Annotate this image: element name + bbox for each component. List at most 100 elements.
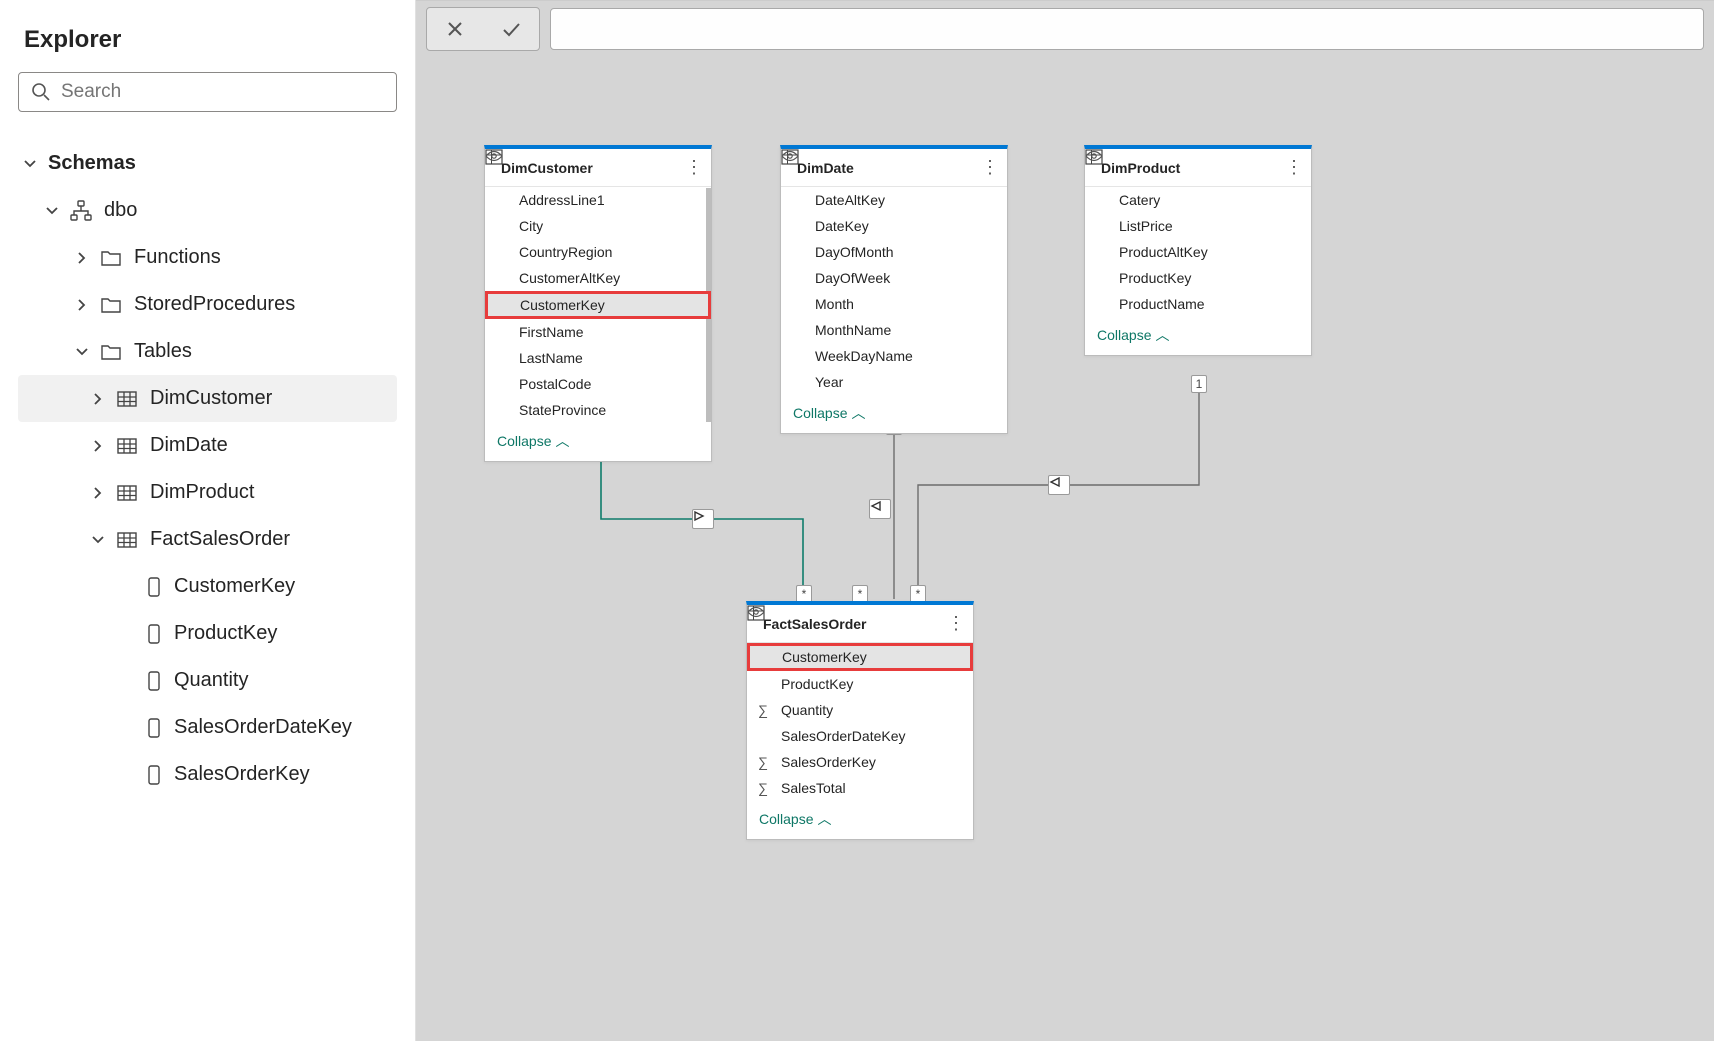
model-canvas[interactable]: 1 1 1 * * * DimCustomer ⋮ AddressLine1	[416, 57, 1714, 1041]
check-icon	[501, 20, 521, 38]
filter-direction-icon	[1048, 475, 1070, 495]
chevron-right-icon	[91, 392, 105, 406]
field[interactable]: ∑SalesTotal	[747, 775, 973, 801]
collapse-toggle[interactable]: Collapse︿	[1085, 317, 1311, 355]
folder-tables[interactable]: Tables	[18, 328, 397, 375]
field[interactable]: LastName	[485, 345, 711, 371]
schema-name: dbo	[104, 199, 137, 222]
commit-button[interactable]	[483, 8, 539, 50]
entity-dimcustomer[interactable]: DimCustomer ⋮ AddressLine1 City CountryR…	[484, 145, 712, 462]
close-icon	[446, 20, 464, 38]
column-customerkey[interactable]: CustomerKey	[18, 563, 397, 610]
table-icon	[116, 483, 138, 503]
column-label: ProductKey	[174, 622, 277, 645]
field[interactable]: ProductName	[1085, 291, 1311, 317]
more-menu[interactable]: ⋮	[981, 157, 999, 178]
table-dimdate[interactable]: DimDate	[18, 422, 397, 469]
field-customerkey[interactable]: CustomerKey	[747, 643, 973, 671]
schema-tree: Schemas dbo Functions StoredProcedures T…	[18, 140, 397, 798]
column-productkey[interactable]: ProductKey	[18, 610, 397, 657]
field[interactable]: DateKey	[781, 213, 1007, 239]
folder-icon	[100, 342, 122, 362]
schemas-node[interactable]: Schemas	[18, 140, 397, 187]
entity-dimproduct[interactable]: DimProduct ⋮ Catery ListPrice ProductAlt…	[1084, 145, 1312, 356]
field[interactable]: PostalCode	[485, 371, 711, 397]
formula-input[interactable]	[550, 8, 1704, 50]
more-menu[interactable]: ⋮	[1285, 157, 1303, 178]
column-icon	[146, 576, 162, 598]
field[interactable]: StateProvince	[485, 397, 711, 423]
field[interactable]: Month	[781, 291, 1007, 317]
filter-direction-icon	[692, 509, 714, 529]
field[interactable]: ListPrice	[1085, 213, 1311, 239]
chevron-down-icon	[91, 533, 105, 547]
table-dimcustomer[interactable]: DimCustomer	[18, 375, 397, 422]
search-input[interactable]	[61, 81, 384, 103]
chevron-down-icon	[45, 204, 59, 218]
entity-title: DimProduct	[1101, 160, 1279, 176]
table-label: FactSalesOrder	[150, 528, 290, 551]
field[interactable]: ∑SalesOrderKey	[747, 749, 973, 775]
column-icon	[146, 764, 162, 786]
chevron-right-icon	[75, 298, 89, 312]
field[interactable]: SalesOrderDateKey	[747, 723, 973, 749]
field[interactable]: ∑Quantity	[747, 697, 973, 723]
field[interactable]: AddressLine1	[485, 187, 711, 213]
field[interactable]: Catery	[1085, 187, 1311, 213]
entity-dimdate[interactable]: DimDate ⋮ DateAltKey DateKey DayOfMonth …	[780, 145, 1008, 434]
field[interactable]: CountryRegion	[485, 239, 711, 265]
entity-title: DimCustomer	[501, 160, 679, 176]
collapse-toggle[interactable]: Collapse︿	[781, 395, 1007, 433]
cancel-button[interactable]	[427, 8, 483, 50]
field-customerkey[interactable]: CustomerKey	[485, 291, 711, 319]
collapse-toggle[interactable]: Collapse︿	[485, 423, 711, 461]
field[interactable]: ProductKey	[1085, 265, 1311, 291]
more-menu[interactable]: ⋮	[685, 157, 703, 178]
table-dimproduct[interactable]: DimProduct	[18, 469, 397, 516]
table-label: DimProduct	[150, 481, 254, 504]
sigma-icon: ∑	[758, 780, 768, 796]
field[interactable]: MonthName	[781, 317, 1007, 343]
folder-label: Functions	[134, 246, 221, 269]
folder-icon	[100, 295, 122, 315]
cardinality-one: 1	[1191, 375, 1207, 393]
field[interactable]: FirstName	[485, 319, 711, 345]
filter-direction-icon	[869, 499, 891, 519]
search-box[interactable]	[18, 72, 397, 112]
folder-storedprocedures[interactable]: StoredProcedures	[18, 281, 397, 328]
formula-bar	[416, 1, 1714, 57]
field[interactable]: Year	[781, 369, 1007, 395]
table-icon	[116, 530, 138, 550]
column-salesorderkey[interactable]: SalesOrderKey	[18, 751, 397, 798]
folder-functions[interactable]: Functions	[18, 234, 397, 281]
entity-factsalesorder[interactable]: FactSalesOrder ⋮ CustomerKey ProductKey …	[746, 601, 974, 840]
field[interactable]: ProductAltKey	[1085, 239, 1311, 265]
field[interactable]: DayOfWeek	[781, 265, 1007, 291]
field[interactable]: WeekDayName	[781, 343, 1007, 369]
column-quantity[interactable]: Quantity	[18, 657, 397, 704]
field[interactable]: CustomerAltKey	[485, 265, 711, 291]
schema-dbo[interactable]: dbo	[18, 187, 397, 234]
table-icon	[116, 389, 138, 409]
explorer-sidebar: Explorer Schemas dbo Functions StoredPro…	[0, 0, 416, 1041]
folder-label: StoredProcedures	[134, 293, 295, 316]
table-factsalesorder[interactable]: FactSalesOrder	[18, 516, 397, 563]
field[interactable]: DateAltKey	[781, 187, 1007, 213]
chevron-right-icon	[91, 439, 105, 453]
more-menu[interactable]: ⋮	[947, 613, 965, 634]
column-icon	[146, 623, 162, 645]
column-icon	[146, 670, 162, 692]
chevron-right-icon	[91, 486, 105, 500]
schemas-label: Schemas	[48, 152, 136, 175]
column-label: SalesOrderDateKey	[174, 716, 352, 739]
table-label: DimCustomer	[150, 387, 272, 410]
column-icon	[146, 717, 162, 739]
table-icon	[116, 436, 138, 456]
collapse-toggle[interactable]: Collapse︿	[747, 801, 973, 839]
field[interactable]: ProductKey	[747, 671, 973, 697]
sigma-icon: ∑	[758, 702, 768, 718]
column-salesorderdatekey[interactable]: SalesOrderDateKey	[18, 704, 397, 751]
chevron-down-icon	[75, 345, 89, 359]
field[interactable]: City	[485, 213, 711, 239]
field[interactable]: DayOfMonth	[781, 239, 1007, 265]
